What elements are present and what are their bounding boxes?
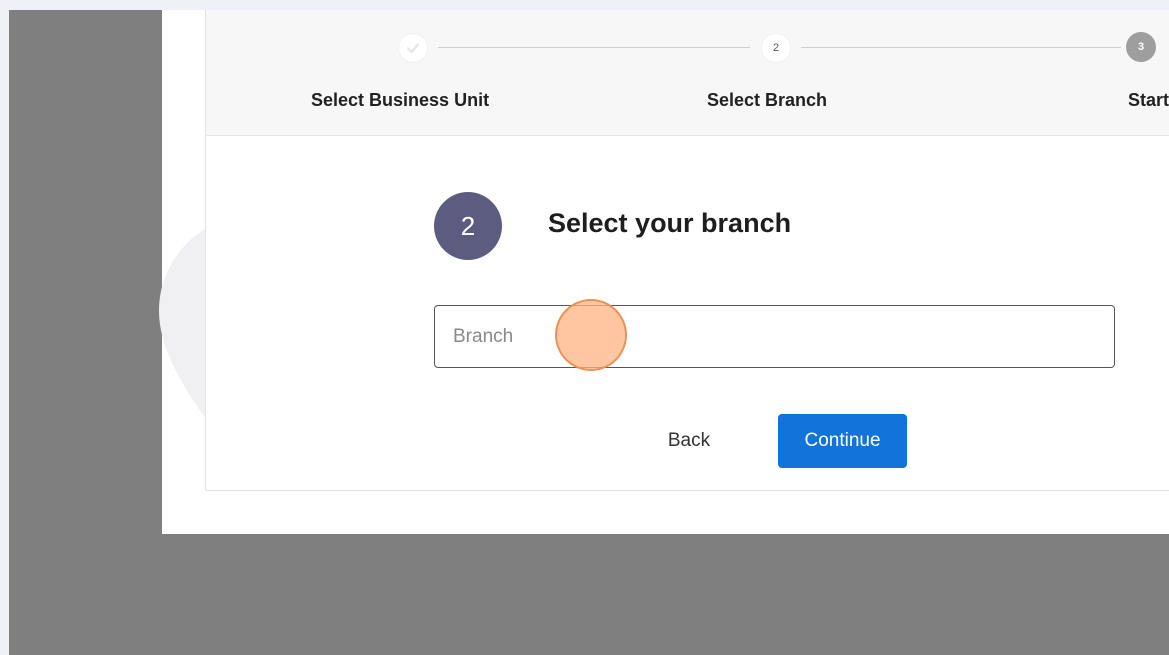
step-label-business-unit: Select Business Unit xyxy=(311,90,490,110)
step-1-completed[interactable] xyxy=(398,33,428,63)
stepper: 2 3 Select Business Unit Select Branch S… xyxy=(206,10,1169,136)
step-connector xyxy=(801,47,1121,48)
back-button[interactable]: Back xyxy=(646,415,732,467)
step-connector xyxy=(438,47,750,48)
step-2-indicator[interactable]: 2 xyxy=(761,33,791,63)
branch-input[interactable] xyxy=(434,305,1115,368)
check-icon xyxy=(406,43,420,54)
page-title: Select your branch xyxy=(548,208,792,238)
step-number-badge: 2 xyxy=(434,192,502,260)
step-3-indicator[interactable]: 3 xyxy=(1126,32,1156,62)
browser-top-strip xyxy=(0,0,1169,10)
continue-button[interactable]: Continue xyxy=(778,414,907,468)
step-label-start: Start xyxy=(1128,90,1169,110)
frame-edge xyxy=(0,10,9,655)
step-label-branch: Select Branch xyxy=(707,90,828,110)
